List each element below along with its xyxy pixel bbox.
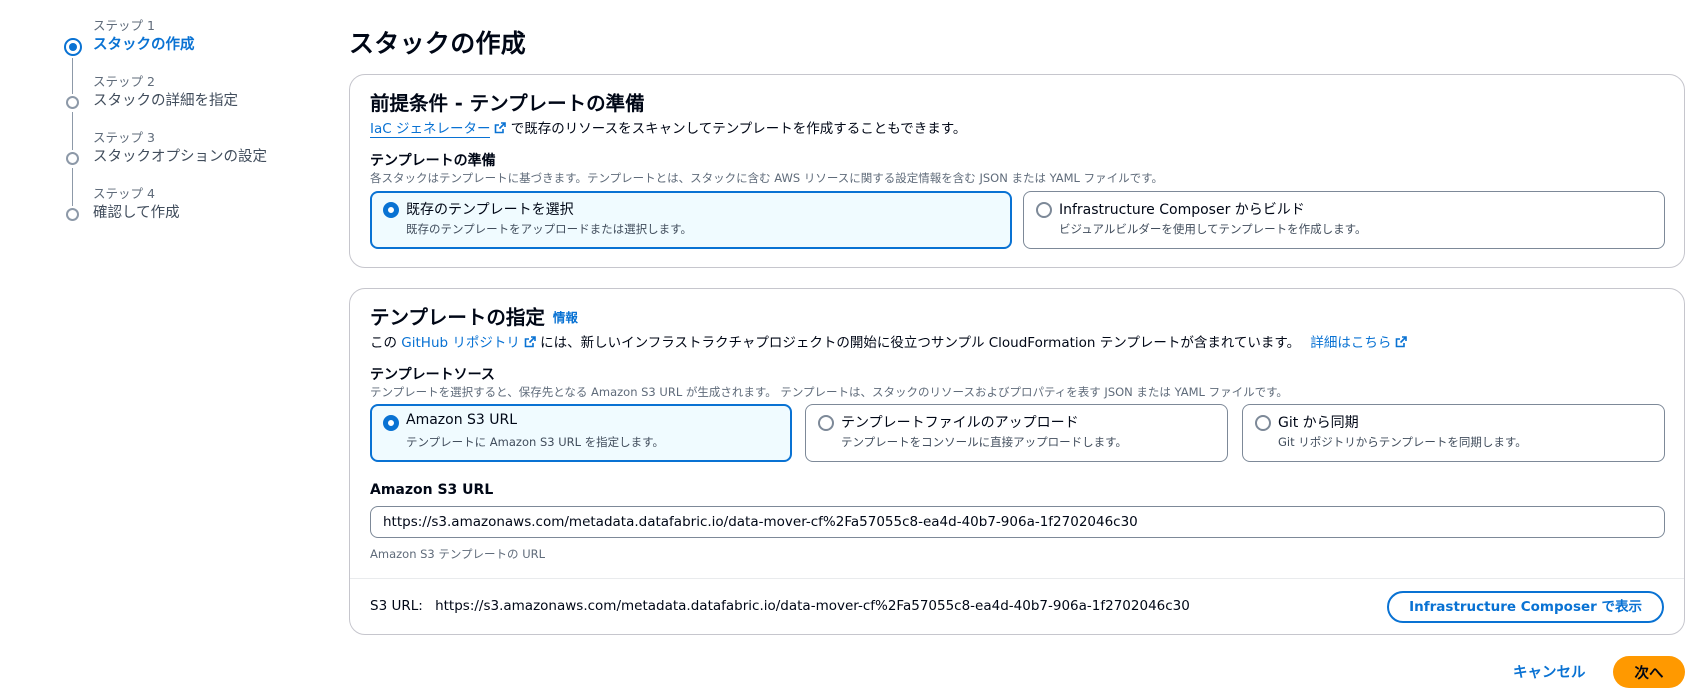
view-in-composer-button[interactable]: Infrastructure Composer で表示 xyxy=(1387,591,1664,623)
github-description-text: には、新しいインフラストラクチャプロジェクトの開始に役立つサンプル CloudF… xyxy=(540,335,1301,351)
step-1[interactable]: ステップ 1 スタックの作成 xyxy=(64,18,324,94)
step-1-name[interactable]: スタックの作成 xyxy=(93,34,324,56)
learn-more-link[interactable]: 詳細はこちら xyxy=(1310,335,1391,351)
iac-generator-link[interactable]: IaC ジェネレーター xyxy=(370,121,491,138)
option-description: ビジュアルビルダーを使用してテンプレートを作成します。 xyxy=(1059,222,1367,236)
step-pending-indicator-icon xyxy=(66,152,79,165)
source-description: Git リポジトリからテンプレートを同期します。 xyxy=(1278,435,1527,449)
create-stack-page: ステップ 1 スタックの作成 ステップ 2 スタックの詳細を指定 ステップ 3 … xyxy=(0,0,1702,691)
step-3: ステップ 3 スタックオプションの設定 xyxy=(64,130,324,206)
iac-description-text: で既存のリソースをスキャンしてテンプレートを作成することもできます。 xyxy=(510,121,967,137)
external-link-icon xyxy=(495,122,507,134)
s3-url-summary: S3 URL: https://s3.amazonaws.com/metadat… xyxy=(370,598,1190,614)
step-1-number: ステップ 1 xyxy=(93,18,155,33)
radio-unselected-icon[interactable] xyxy=(818,415,834,431)
step-pending-indicator-icon xyxy=(66,96,79,109)
radio-unselected-icon[interactable] xyxy=(1036,202,1052,218)
source-upload-template-file[interactable]: テンプレートファイルのアップロード テンプレートをコンソールに直接アップロードし… xyxy=(805,404,1228,462)
step-4-number: ステップ 4 xyxy=(93,186,155,201)
option-infrastructure-composer[interactable]: Infrastructure Composer からビルド ビジュアルビルダーを… xyxy=(1023,191,1665,249)
s3-url-summary-label: S3 URL: xyxy=(370,598,423,614)
source-title: Git から同期 xyxy=(1278,415,1359,431)
template-source-description: テンプレートを選択すると、保存先となる Amazon S3 URL が生成されま… xyxy=(370,385,1288,399)
specify-template-heading: テンプレートの指定 xyxy=(370,306,545,329)
s3-url-hint: Amazon S3 テンプレートの URL xyxy=(370,547,546,561)
radio-selected-icon[interactable] xyxy=(383,202,399,218)
step-pending-indicator-icon xyxy=(66,208,79,221)
step-3-name: スタックオプションの設定 xyxy=(93,149,267,165)
step-4-name: 確認して作成 xyxy=(93,205,180,221)
step-4: ステップ 4 確認して作成 xyxy=(64,186,324,242)
external-link-icon xyxy=(524,336,536,348)
info-link[interactable]: 情報 xyxy=(553,310,578,325)
wizard-steps: ステップ 1 スタックの作成 ステップ 2 スタックの詳細を指定 ステップ 3 … xyxy=(64,18,324,242)
radio-selected-icon[interactable] xyxy=(383,415,399,431)
prerequisite-heading: 前提条件 - テンプレートの準備 xyxy=(370,92,645,115)
specify-template-container: テンプレートの指定 情報 この GitHub リポジトリ には、新しいインフラスト… xyxy=(349,288,1685,635)
s3-url-label: Amazon S3 URL xyxy=(370,482,494,498)
s3-url-input[interactable] xyxy=(370,506,1665,538)
source-description: テンプレートに Amazon S3 URL を指定します。 xyxy=(406,435,665,449)
step-2-number: ステップ 2 xyxy=(93,74,155,89)
github-description: この GitHub リポジトリ には、新しいインフラストラクチャプロジェクトの開… xyxy=(370,331,1408,351)
source-description: テンプレートをコンソールに直接アップロードします。 xyxy=(841,435,1128,449)
step-2: ステップ 2 スタックの詳細を指定 xyxy=(64,74,324,150)
step-3-number: ステップ 3 xyxy=(93,130,155,145)
option-description: 既存のテンプレートをアップロードまたは選択します。 xyxy=(406,222,693,236)
radio-unselected-icon[interactable] xyxy=(1255,415,1271,431)
divider xyxy=(350,578,1684,579)
github-repository-link[interactable]: GitHub リポジトリ xyxy=(401,335,520,351)
page-title: スタックの作成 xyxy=(349,29,527,58)
option-existing-template[interactable]: 既存のテンプレートを選択 既存のテンプレートをアップロードまたは選択します。 xyxy=(370,191,1012,249)
github-description-prefix: この xyxy=(370,335,397,351)
iac-description: IaC ジェネレーター で既存のリソースをスキャンしてテンプレートを作成すること… xyxy=(370,117,967,138)
source-title: Amazon S3 URL xyxy=(406,412,518,428)
option-title: 既存のテンプレートを選択 xyxy=(406,202,574,218)
s3-url-summary-value: https://s3.amazonaws.com/metadata.datafa… xyxy=(435,598,1190,614)
specify-template-header: テンプレートの指定 情報 xyxy=(370,301,578,330)
step-2-name: スタックの詳細を指定 xyxy=(93,93,238,109)
option-title: Infrastructure Composer からビルド xyxy=(1059,202,1305,218)
source-sync-from-git[interactable]: Git から同期 Git リポジトリからテンプレートを同期します。 xyxy=(1242,404,1665,462)
step-current-indicator-icon xyxy=(64,38,82,56)
next-button[interactable]: 次へ xyxy=(1613,656,1685,688)
template-prep-label: テンプレートの準備 xyxy=(370,153,496,169)
prerequisite-container: 前提条件 - テンプレートの準備 IaC ジェネレーター で既存のリソースをスキ… xyxy=(349,74,1685,268)
template-source-label: テンプレートソース xyxy=(370,367,495,383)
cancel-button[interactable]: キャンセル xyxy=(1513,661,1586,682)
source-amazon-s3-url[interactable]: Amazon S3 URL テンプレートに Amazon S3 URL を指定し… xyxy=(370,404,792,462)
source-title: テンプレートファイルのアップロード xyxy=(841,415,1079,431)
external-link-icon xyxy=(1396,336,1408,348)
template-prep-description: 各スタックはテンプレートに基づきます。テンプレートとは、スタックに含む AWS … xyxy=(370,171,1163,185)
